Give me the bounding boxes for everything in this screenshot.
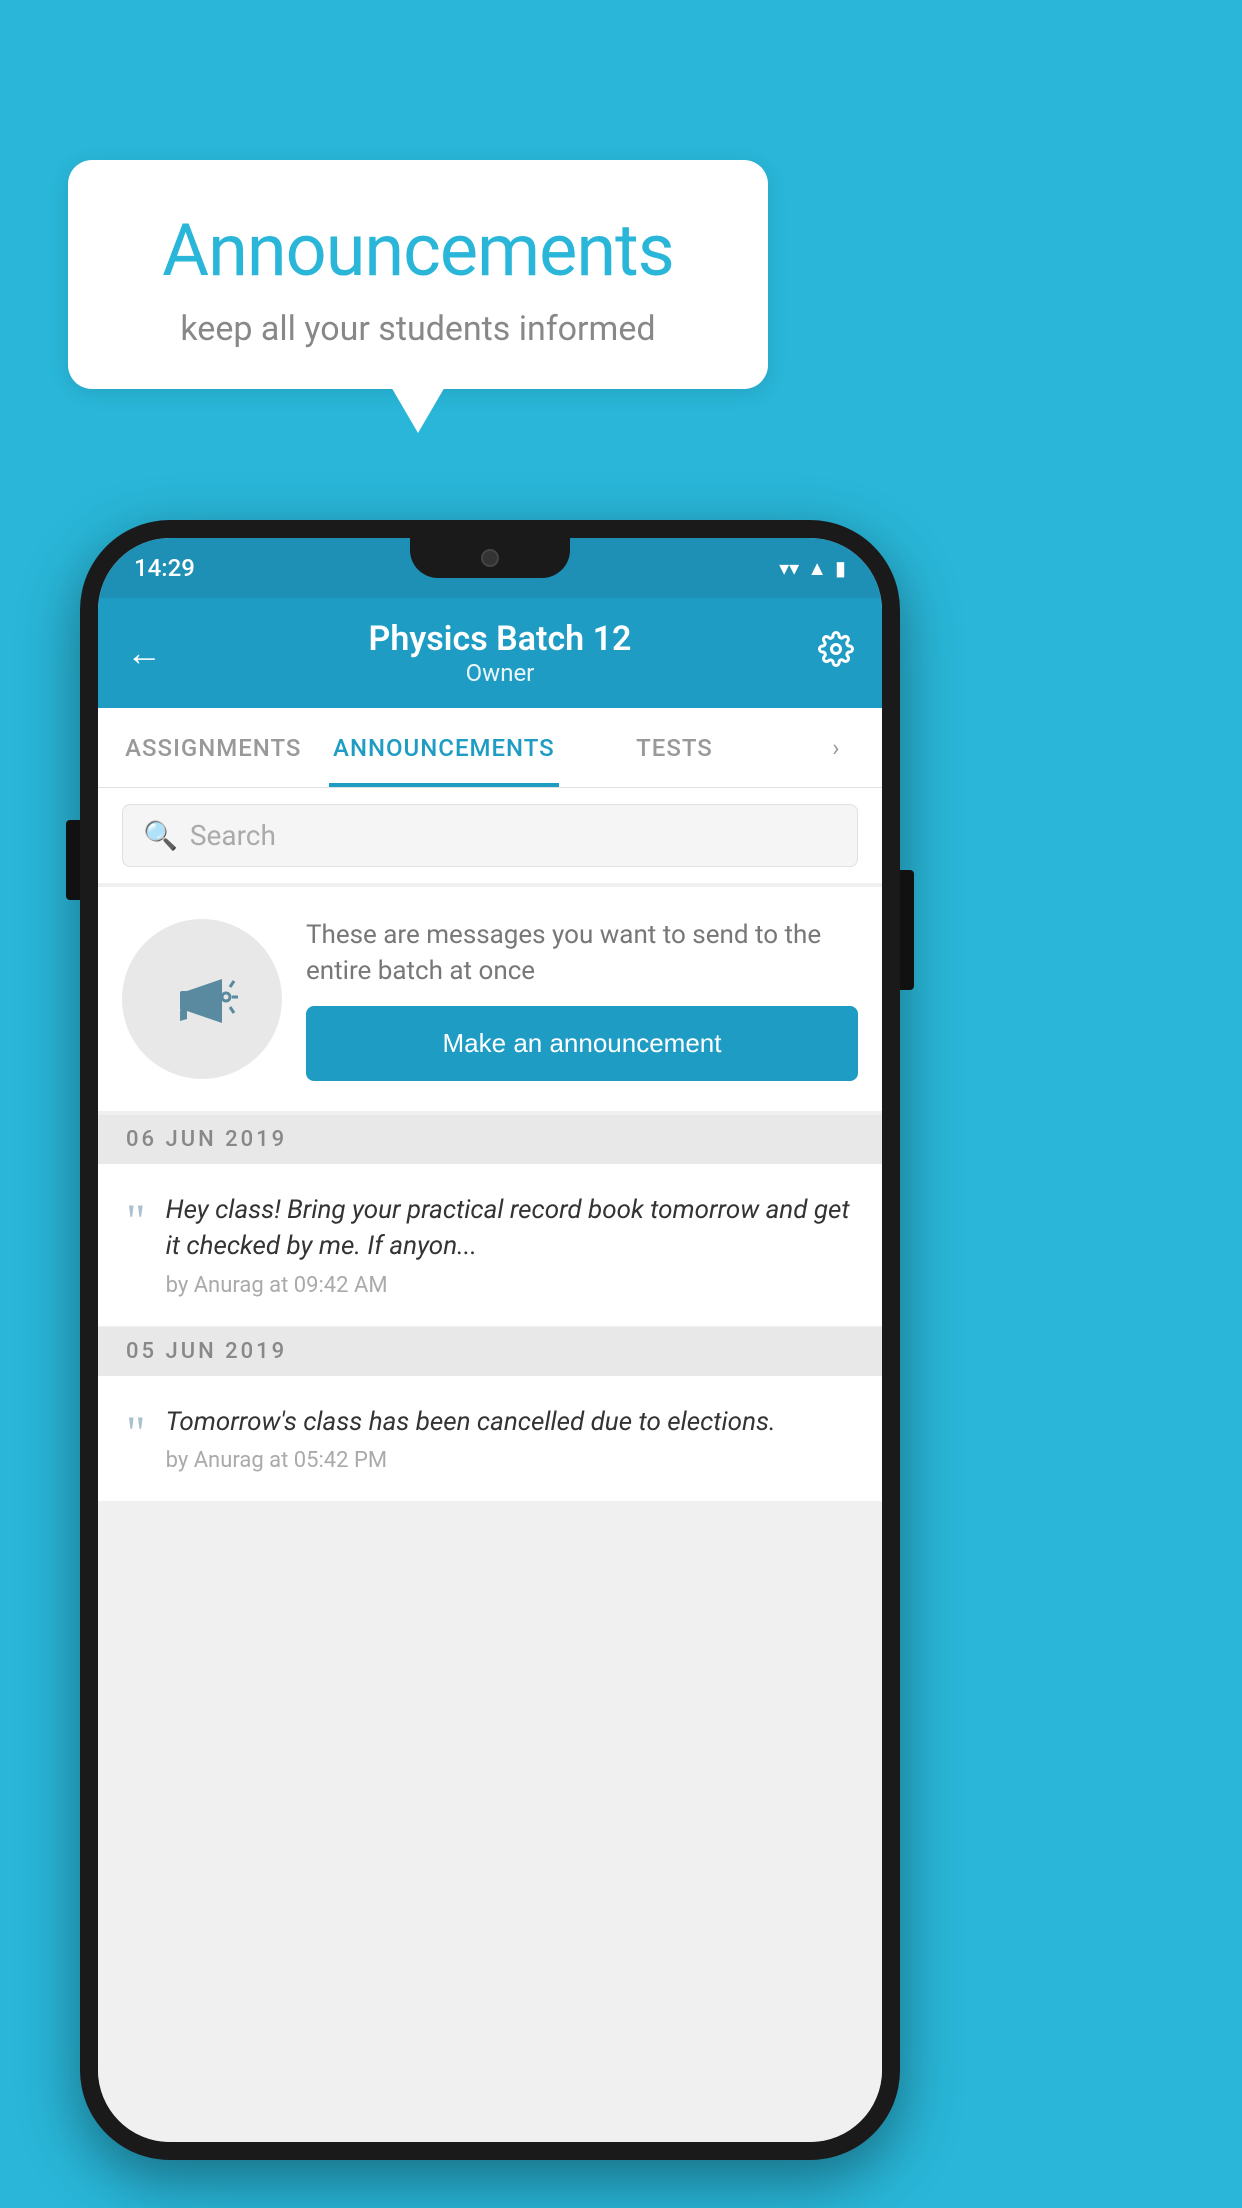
wifi-icon: ▾▾ [779, 556, 799, 580]
speech-bubble: Announcements keep all your students inf… [68, 160, 768, 389]
promo-icon-circle [122, 919, 282, 1079]
phone-screen: 14:29 ▾▾ ▲ ▮ ← Physics Batch 12 Owner [98, 538, 882, 2142]
app-bar: ← Physics Batch 12 Owner [98, 598, 882, 708]
app-bar-subtitle: Owner [182, 659, 818, 687]
phone-content: ← Physics Batch 12 Owner [98, 598, 882, 2142]
quote-icon-2: " [126, 1404, 146, 1458]
battery-icon: ▮ [835, 556, 846, 580]
scrollable-content: 🔍 Search [98, 788, 882, 2142]
announcement-item-1[interactable]: " Hey class! Bring your practical record… [98, 1164, 882, 1327]
promo-description: These are messages you want to send to t… [306, 917, 858, 990]
tab-tests[interactable]: TESTS [559, 708, 790, 787]
phone-mockup: 14:29 ▾▾ ▲ ▮ ← Physics Batch 12 Owner [80, 520, 900, 2160]
camera-notch [481, 549, 499, 567]
announcement-meta-2: by Anurag at 05:42 PM [166, 1448, 854, 1473]
search-bar[interactable]: 🔍 Search [122, 804, 858, 867]
tab-assignments[interactable]: ASSIGNMENTS [98, 708, 329, 787]
announcement-text-1: Hey class! Bring your practical record b… [166, 1192, 854, 1265]
announcement-item-2[interactable]: " Tomorrow's class has been cancelled du… [98, 1376, 882, 1502]
tab-more[interactable]: › [790, 708, 882, 787]
bubble-subtitle: keep all your students informed [108, 309, 728, 349]
search-placeholder: Search [190, 819, 276, 852]
status-icons: ▾▾ ▲ ▮ [779, 556, 846, 581]
notch [410, 538, 570, 578]
search-container: 🔍 Search [98, 788, 882, 883]
signal-icon: ▲ [807, 556, 827, 581]
back-button[interactable]: ← [126, 632, 162, 674]
announcement-promo: These are messages you want to send to t… [98, 887, 882, 1111]
search-icon: 🔍 [143, 819, 178, 852]
tabs: ASSIGNMENTS ANNOUNCEMENTS TESTS › [98, 708, 882, 788]
announcement-meta-1: by Anurag at 09:42 AM [166, 1273, 854, 1298]
quote-icon-1: " [126, 1192, 146, 1246]
announcement-text-container-1: Hey class! Bring your practical record b… [166, 1192, 854, 1298]
bubble-title: Announcements [108, 208, 728, 293]
app-bar-title-container: Physics Batch 12 Owner [182, 619, 818, 687]
status-time: 14:29 [134, 554, 195, 582]
make-announcement-button[interactable]: Make an announcement [306, 1006, 858, 1081]
date-separator-1: 06 JUN 2019 [98, 1115, 882, 1164]
promo-right: These are messages you want to send to t… [306, 917, 858, 1081]
date-separator-2: 05 JUN 2019 [98, 1327, 882, 1376]
phone-outer: 14:29 ▾▾ ▲ ▮ ← Physics Batch 12 Owner [80, 520, 900, 2160]
announcement-text-container-2: Tomorrow's class has been cancelled due … [166, 1404, 854, 1473]
status-bar: 14:29 ▾▾ ▲ ▮ [98, 538, 882, 598]
tab-announcements[interactable]: ANNOUNCEMENTS [329, 708, 560, 787]
announcement-text-2: Tomorrow's class has been cancelled due … [166, 1404, 854, 1440]
megaphone-icon [162, 959, 242, 1039]
settings-icon[interactable] [818, 631, 854, 675]
app-bar-title: Physics Batch 12 [182, 619, 818, 659]
